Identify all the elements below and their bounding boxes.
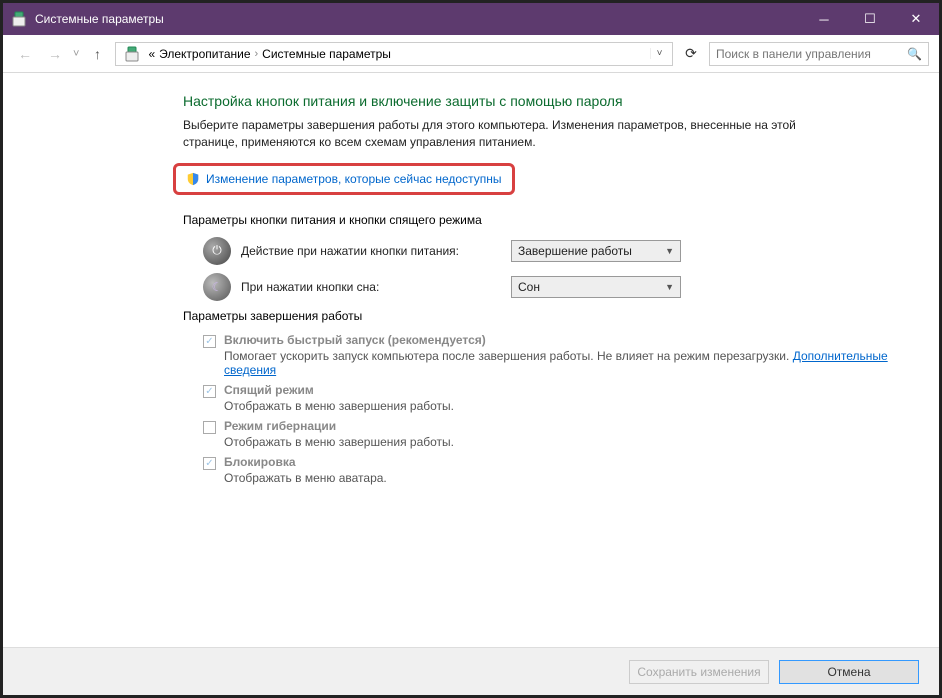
close-button[interactable]: ✕ — [893, 3, 939, 35]
power-button-row: ⏻ Действие при нажатии кнопки питания: З… — [203, 237, 899, 265]
back-button[interactable]: ← — [13, 42, 37, 66]
highlighted-link-box: Изменение параметров, которые сейчас нед… — [173, 163, 515, 195]
titlebar: Системные параметры ─ ☐ ✕ — [3, 3, 939, 35]
shield-icon — [186, 172, 200, 186]
up-button[interactable]: ↑ — [85, 42, 109, 66]
option-description: Отображать в меню аватара. — [224, 471, 387, 485]
cancel-button[interactable]: Отмена — [779, 660, 919, 684]
sleep-icon: ☾ — [203, 273, 231, 301]
option-label: Спящий режим — [224, 383, 454, 397]
change-unavailable-settings-link[interactable]: Изменение параметров, которые сейчас нед… — [206, 172, 502, 186]
checkbox — [203, 335, 216, 348]
address-bar[interactable]: « Электропитание › Системные параметры ˅ — [115, 42, 673, 66]
chevron-right-icon: › — [255, 48, 259, 60]
sleep-button-label: При нажатии кнопки сна: — [241, 280, 501, 294]
sleep-button-select[interactable]: Сон ▼ — [511, 276, 681, 298]
refresh-button[interactable]: ⟳ — [679, 42, 703, 66]
fast-startup-option: Включить быстрый запуск (рекомендуется) … — [203, 333, 899, 377]
address-dropdown[interactable]: ˅ — [650, 48, 668, 59]
hibernate-option: Режим гибернации Отображать в меню завер… — [203, 419, 899, 449]
power-icon: ⏻ — [203, 237, 231, 265]
checkbox — [203, 385, 216, 398]
section-title-shutdown: Параметры завершения работы — [183, 309, 899, 323]
power-button-label: Действие при нажатии кнопки питания: — [241, 244, 501, 258]
history-dropdown[interactable]: ˅ — [73, 48, 79, 60]
option-label: Режим гибернации — [224, 419, 454, 433]
option-label: Включить быстрый запуск (рекомендуется) — [224, 333, 899, 347]
maximize-button[interactable]: ☐ — [847, 3, 893, 35]
sleep-option: Спящий режим Отображать в меню завершени… — [203, 383, 899, 413]
page-intro: Выберите параметры завершения работы для… — [183, 117, 803, 151]
option-label: Блокировка — [224, 455, 387, 469]
search-icon[interactable]: 🔍 — [907, 47, 922, 61]
sleep-button-row: ☾ При нажатии кнопки сна: Сон ▼ — [203, 273, 899, 301]
power-options-icon — [11, 11, 27, 27]
window-title: Системные параметры — [35, 12, 801, 26]
window-controls: ─ ☐ ✕ — [801, 3, 939, 35]
minimize-button[interactable]: ─ — [801, 3, 847, 35]
checkbox — [203, 421, 216, 434]
save-button: Сохранить изменения — [629, 660, 769, 684]
power-button-select[interactable]: Завершение работы ▼ — [511, 240, 681, 262]
option-description: Отображать в меню завершения работы. — [224, 399, 454, 413]
breadcrumb-item[interactable]: Электропитание — [159, 47, 250, 61]
content-area: Настройка кнопок питания и включение защ… — [3, 73, 939, 647]
search-input[interactable] — [716, 47, 901, 61]
chevron-down-icon: ▼ — [665, 246, 674, 256]
chevron-down-icon: ▼ — [665, 282, 674, 292]
power-options-icon — [124, 46, 140, 62]
option-description: Отображать в меню завершения работы. — [224, 435, 454, 449]
checkbox — [203, 457, 216, 470]
lock-option: Блокировка Отображать в меню аватара. — [203, 455, 899, 485]
breadcrumb-prefix: « — [148, 47, 155, 61]
window: Системные параметры ─ ☐ ✕ ← → ˅ ↑ « Элек… — [0, 0, 942, 698]
search-box[interactable]: 🔍 — [709, 42, 929, 66]
page-heading: Настройка кнопок питания и включение защ… — [183, 93, 899, 109]
navigation-bar: ← → ˅ ↑ « Электропитание › Системные пар… — [3, 35, 939, 73]
option-description: Помогает ускорить запуск компьютера посл… — [224, 349, 899, 377]
breadcrumb-item[interactable]: Системные параметры — [262, 47, 391, 61]
footer-bar: Сохранить изменения Отмена — [3, 647, 939, 695]
section-title-buttons: Параметры кнопки питания и кнопки спящег… — [183, 213, 899, 227]
forward-button[interactable]: → — [43, 42, 67, 66]
